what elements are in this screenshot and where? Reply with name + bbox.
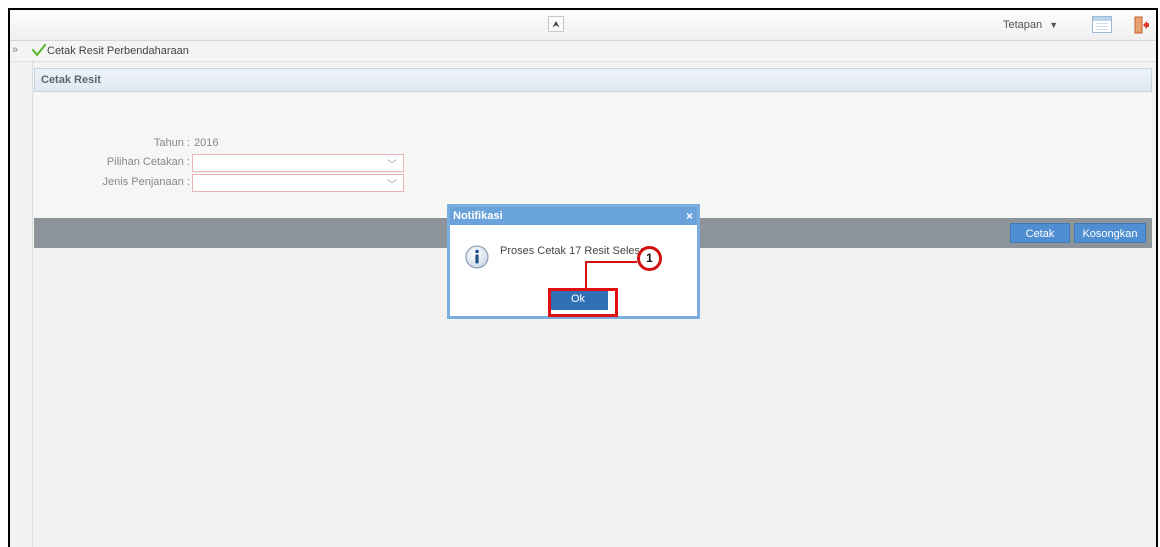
settings-menu[interactable]: Tetapan ▼ bbox=[1003, 19, 1058, 31]
collapse-header-button[interactable]: ⮝ bbox=[548, 16, 564, 32]
caret-down-icon: ▼ bbox=[1049, 20, 1059, 30]
top-bar: ⮝ Tetapan ▼ bbox=[10, 10, 1156, 41]
breadcrumb: » Cetak Resit Perbendaharaan bbox=[10, 41, 1156, 62]
receipt-form: Tahun : 2016 Pilihan Cetakan : ﹀ Jenis P… bbox=[34, 92, 1152, 218]
step-callout: 1 bbox=[637, 246, 662, 271]
sidebar bbox=[10, 62, 33, 547]
generation-type-label: Jenis Penjanaan : bbox=[102, 176, 190, 188]
dialog-title: Notifikasi × bbox=[450, 207, 697, 225]
ok-button-highlight bbox=[548, 288, 618, 317]
info-icon bbox=[465, 245, 489, 269]
dialog-message: Proses Cetak 17 Resit Selesai bbox=[500, 245, 649, 257]
print-option-label: Pilihan Cetakan : bbox=[106, 156, 190, 168]
checkmark-icon bbox=[32, 43, 46, 57]
print-button[interactable]: Cetak bbox=[1010, 223, 1070, 243]
clear-button[interactable]: Kosongkan bbox=[1074, 223, 1146, 243]
print-option-select[interactable]: ﹀ bbox=[192, 154, 404, 172]
panel-header: Cetak Resit bbox=[34, 68, 1152, 92]
dialog-title-text: Notifikasi bbox=[453, 210, 503, 222]
panel-title: Cetak Resit bbox=[41, 74, 101, 86]
chevron-down-icon: ﹀ bbox=[387, 160, 397, 171]
logout-icon[interactable] bbox=[1134, 16, 1150, 34]
year-value: 2016 bbox=[194, 137, 219, 149]
chevron-down-icon: ﹀ bbox=[387, 180, 397, 191]
generation-type-select[interactable]: ﹀ bbox=[192, 174, 404, 192]
calendar-icon[interactable] bbox=[1092, 16, 1112, 33]
year-label: Tahun : bbox=[153, 137, 190, 149]
settings-label: Tetapan bbox=[1003, 19, 1043, 31]
close-icon[interactable]: × bbox=[683, 207, 693, 225]
page-title: Cetak Resit Perbendaharaan bbox=[47, 45, 189, 57]
expand-sidebar-button[interactable]: » bbox=[12, 44, 18, 56]
